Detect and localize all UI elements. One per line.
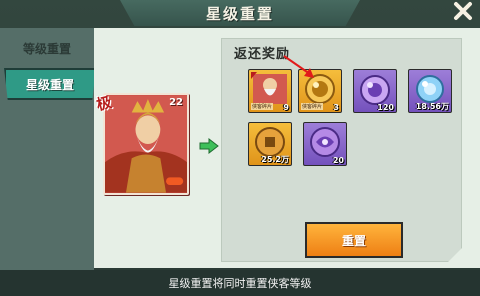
reset-button[interactable]: 重置: [305, 222, 403, 258]
hero-card[interactable]: 22: [103, 93, 189, 195]
footer: 星级重置将同时重置侠客等级: [0, 270, 480, 296]
tab-level-reset[interactable]: 等级重置: [0, 32, 94, 64]
hero-level: 22: [169, 97, 183, 108]
tab-label: 星级重置: [25, 77, 74, 92]
item-count: 3: [333, 103, 339, 112]
close-icon: [454, 2, 472, 20]
page-title: 星级重置: [205, 4, 274, 23]
star-reset-screen: 星级重置 等级重置 星级重置 22 极 返还奖励 侠客碎片 9 侠客碎片 3 1…: [0, 0, 480, 296]
guide-arrow-icon: [283, 55, 314, 78]
arrow-right-icon: [199, 138, 219, 154]
item-count: 20: [332, 156, 344, 165]
reward-item[interactable]: 25.2万: [248, 122, 292, 166]
tab-label: 等级重置: [22, 41, 71, 56]
reward-item[interactable]: 18.56万: [408, 69, 452, 113]
item-count: 18.56万: [415, 102, 449, 111]
item-count: 25.2万: [261, 155, 289, 164]
tab-star-reset[interactable]: 星级重置: [4, 68, 96, 100]
hero-portrait: [105, 95, 187, 193]
title-bar: 星级重置: [120, 0, 360, 26]
item-tag: 侠客碎片: [301, 103, 324, 110]
footer-note: 星级重置将同时重置侠客等级: [168, 277, 312, 290]
reward-item[interactable]: 120: [353, 69, 397, 113]
sidebar: 等级重置 星级重置: [0, 28, 96, 270]
item-tag: 侠客碎片: [251, 103, 274, 110]
reward-item[interactable]: 20: [303, 122, 347, 166]
item-count: 9: [283, 103, 289, 112]
item-count: 120: [377, 103, 394, 112]
close-button[interactable]: [450, 0, 476, 22]
